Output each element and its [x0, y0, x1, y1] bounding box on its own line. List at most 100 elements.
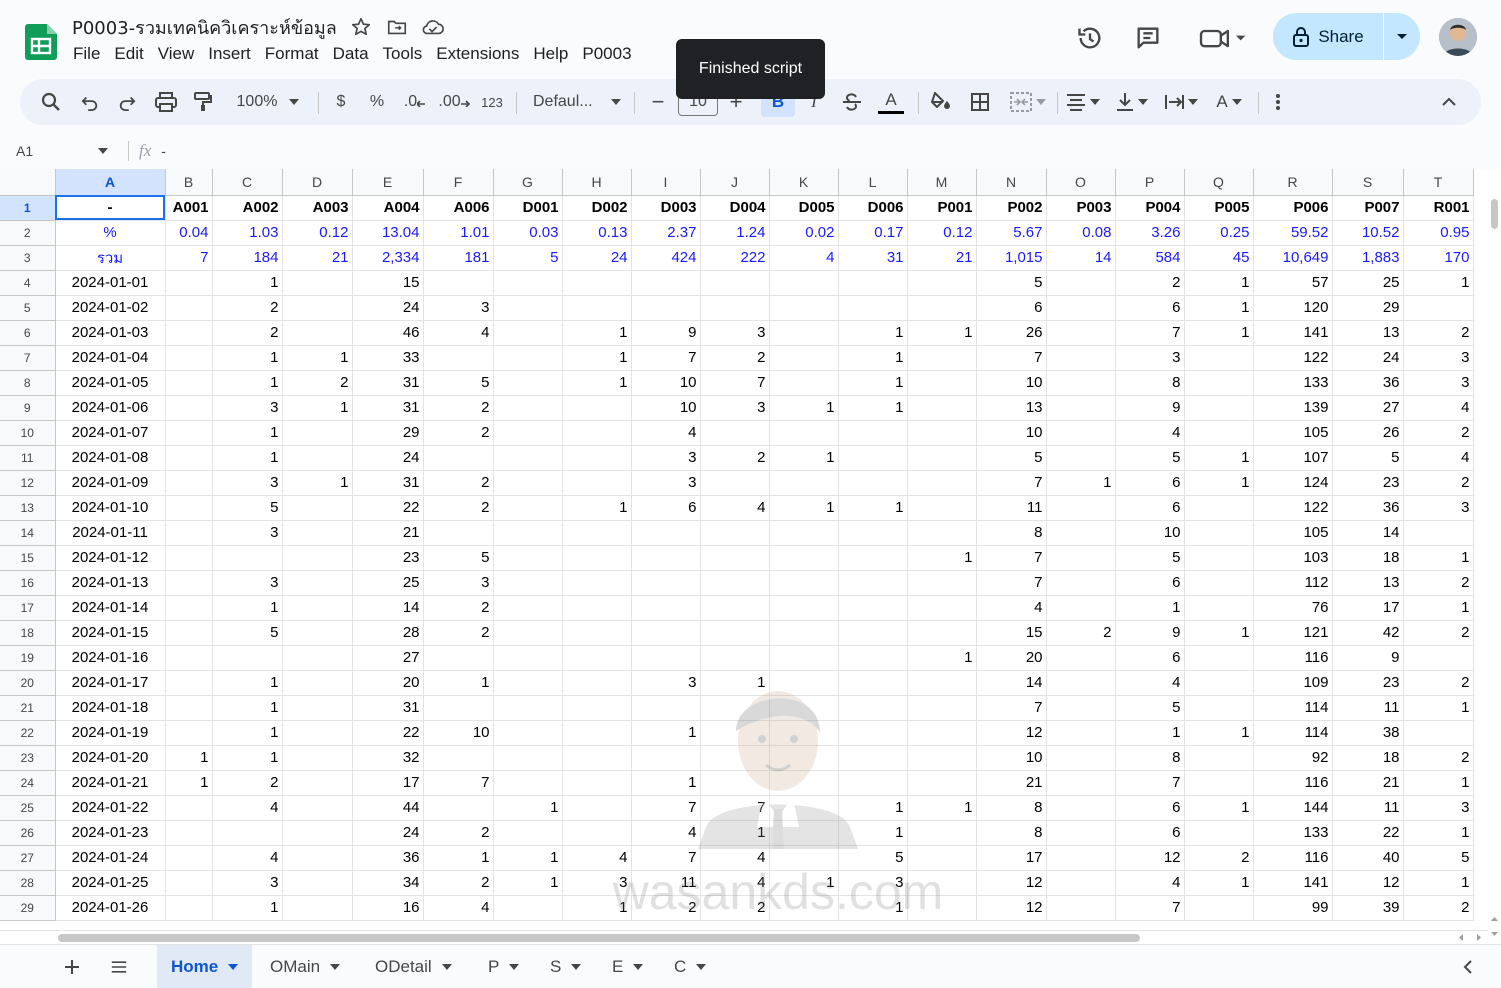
cell[interactable]: 2: [1403, 320, 1474, 346]
cell[interactable]: 4: [769, 245, 839, 271]
cell[interactable]: 2: [1403, 470, 1474, 496]
cell[interactable]: [700, 770, 770, 796]
cell[interactable]: 4: [631, 820, 701, 846]
cell[interactable]: 1: [838, 820, 908, 846]
cell[interactable]: [165, 895, 213, 921]
cell[interactable]: 11: [976, 495, 1047, 521]
cell[interactable]: 2: [423, 495, 494, 521]
row-header[interactable]: 16: [0, 570, 56, 596]
cell[interactable]: 1: [1403, 695, 1474, 721]
cell[interactable]: 3: [212, 520, 283, 546]
cell[interactable]: 7: [976, 545, 1047, 571]
cell[interactable]: [1184, 895, 1254, 921]
horizontal-align-icon[interactable]: [1063, 79, 1103, 125]
cell[interactable]: [165, 645, 213, 671]
cell[interactable]: [493, 370, 563, 396]
cell[interactable]: [1046, 345, 1116, 371]
column-header[interactable]: J: [700, 169, 770, 196]
cell[interactable]: [165, 320, 213, 346]
cell[interactable]: P002: [976, 195, 1047, 221]
cell[interactable]: 3: [631, 445, 701, 471]
cell[interactable]: 1: [212, 670, 283, 696]
cell[interactable]: [282, 420, 353, 446]
cell[interactable]: 1: [212, 595, 283, 621]
cell[interactable]: 2024-01-21: [55, 770, 166, 796]
cell[interactable]: 2024-01-15: [55, 620, 166, 646]
cell[interactable]: 23: [1332, 670, 1404, 696]
cell[interactable]: 4: [700, 495, 770, 521]
cell[interactable]: 21: [907, 245, 977, 271]
cell[interactable]: [907, 420, 977, 446]
cell[interactable]: [700, 620, 770, 646]
cell[interactable]: A002: [212, 195, 283, 221]
menu-help[interactable]: Help: [526, 44, 575, 64]
cell[interactable]: 76: [1253, 595, 1333, 621]
cell[interactable]: [562, 420, 632, 446]
cell[interactable]: [165, 370, 213, 396]
cell[interactable]: 1: [838, 345, 908, 371]
cell[interactable]: [769, 595, 839, 621]
cell[interactable]: 2024-01-13: [55, 570, 166, 596]
cell[interactable]: [1184, 570, 1254, 596]
cell[interactable]: 12: [976, 870, 1047, 896]
cell[interactable]: [769, 620, 839, 646]
cell[interactable]: 0.04: [165, 220, 213, 246]
cell[interactable]: 222: [700, 245, 770, 271]
cell[interactable]: [1046, 545, 1116, 571]
cell[interactable]: 1: [838, 370, 908, 396]
cell[interactable]: [493, 320, 563, 346]
cell[interactable]: 2: [212, 770, 283, 796]
cell[interactable]: [838, 620, 908, 646]
cell[interactable]: [165, 570, 213, 596]
cell[interactable]: 6: [1115, 470, 1185, 496]
cell[interactable]: 1: [631, 770, 701, 796]
cell[interactable]: [631, 570, 701, 596]
cell[interactable]: 2: [1046, 620, 1116, 646]
column-header[interactable]: A: [55, 169, 166, 196]
cell[interactable]: 4: [1115, 670, 1185, 696]
row-header[interactable]: 25: [0, 795, 56, 821]
cell[interactable]: [1046, 320, 1116, 346]
cell[interactable]: 0.12: [907, 220, 977, 246]
cell[interactable]: 14: [976, 670, 1047, 696]
cell[interactable]: 184: [212, 245, 283, 271]
cell[interactable]: 7: [976, 695, 1047, 721]
cell[interactable]: [493, 645, 563, 671]
formula-input[interactable]: -: [161, 143, 166, 159]
cell[interactable]: 2: [1403, 420, 1474, 446]
column-header[interactable]: S: [1332, 169, 1404, 196]
cell[interactable]: D006: [838, 195, 908, 221]
cell[interactable]: 8: [976, 795, 1047, 821]
cell[interactable]: 2024-01-04: [55, 345, 166, 371]
cell[interactable]: 9: [1115, 395, 1185, 421]
cell[interactable]: 18: [1332, 545, 1404, 571]
undo-icon[interactable]: [75, 79, 105, 125]
cell[interactable]: [1046, 395, 1116, 421]
cell[interactable]: 6: [1115, 820, 1185, 846]
sheet-tab-home[interactable]: Home: [157, 945, 253, 988]
cell[interactable]: 7: [165, 245, 213, 271]
cell[interactable]: [1046, 845, 1116, 871]
cell[interactable]: 114: [1253, 720, 1333, 746]
cell[interactable]: 1: [1115, 595, 1185, 621]
cell[interactable]: 1: [1403, 870, 1474, 896]
cell[interactable]: [700, 420, 770, 446]
chevron-down-icon[interactable]: [228, 964, 239, 970]
cell[interactable]: 1: [1403, 270, 1474, 296]
cell[interactable]: [631, 695, 701, 721]
cell[interactable]: 8: [1115, 370, 1185, 396]
row-header[interactable]: 28: [0, 870, 56, 896]
cell[interactable]: 3: [1115, 345, 1185, 371]
cell[interactable]: [1046, 670, 1116, 696]
paint-format-icon[interactable]: [188, 79, 218, 125]
cell[interactable]: [282, 520, 353, 546]
cell[interactable]: [907, 695, 977, 721]
cell[interactable]: [493, 420, 563, 446]
cell[interactable]: 10: [631, 370, 701, 396]
cell[interactable]: [562, 795, 632, 821]
cell[interactable]: 105: [1253, 520, 1333, 546]
cell[interactable]: 10: [976, 420, 1047, 446]
cell[interactable]: [1184, 820, 1254, 846]
cell[interactable]: 5: [1115, 445, 1185, 471]
currency-format-button[interactable]: $: [328, 79, 354, 125]
